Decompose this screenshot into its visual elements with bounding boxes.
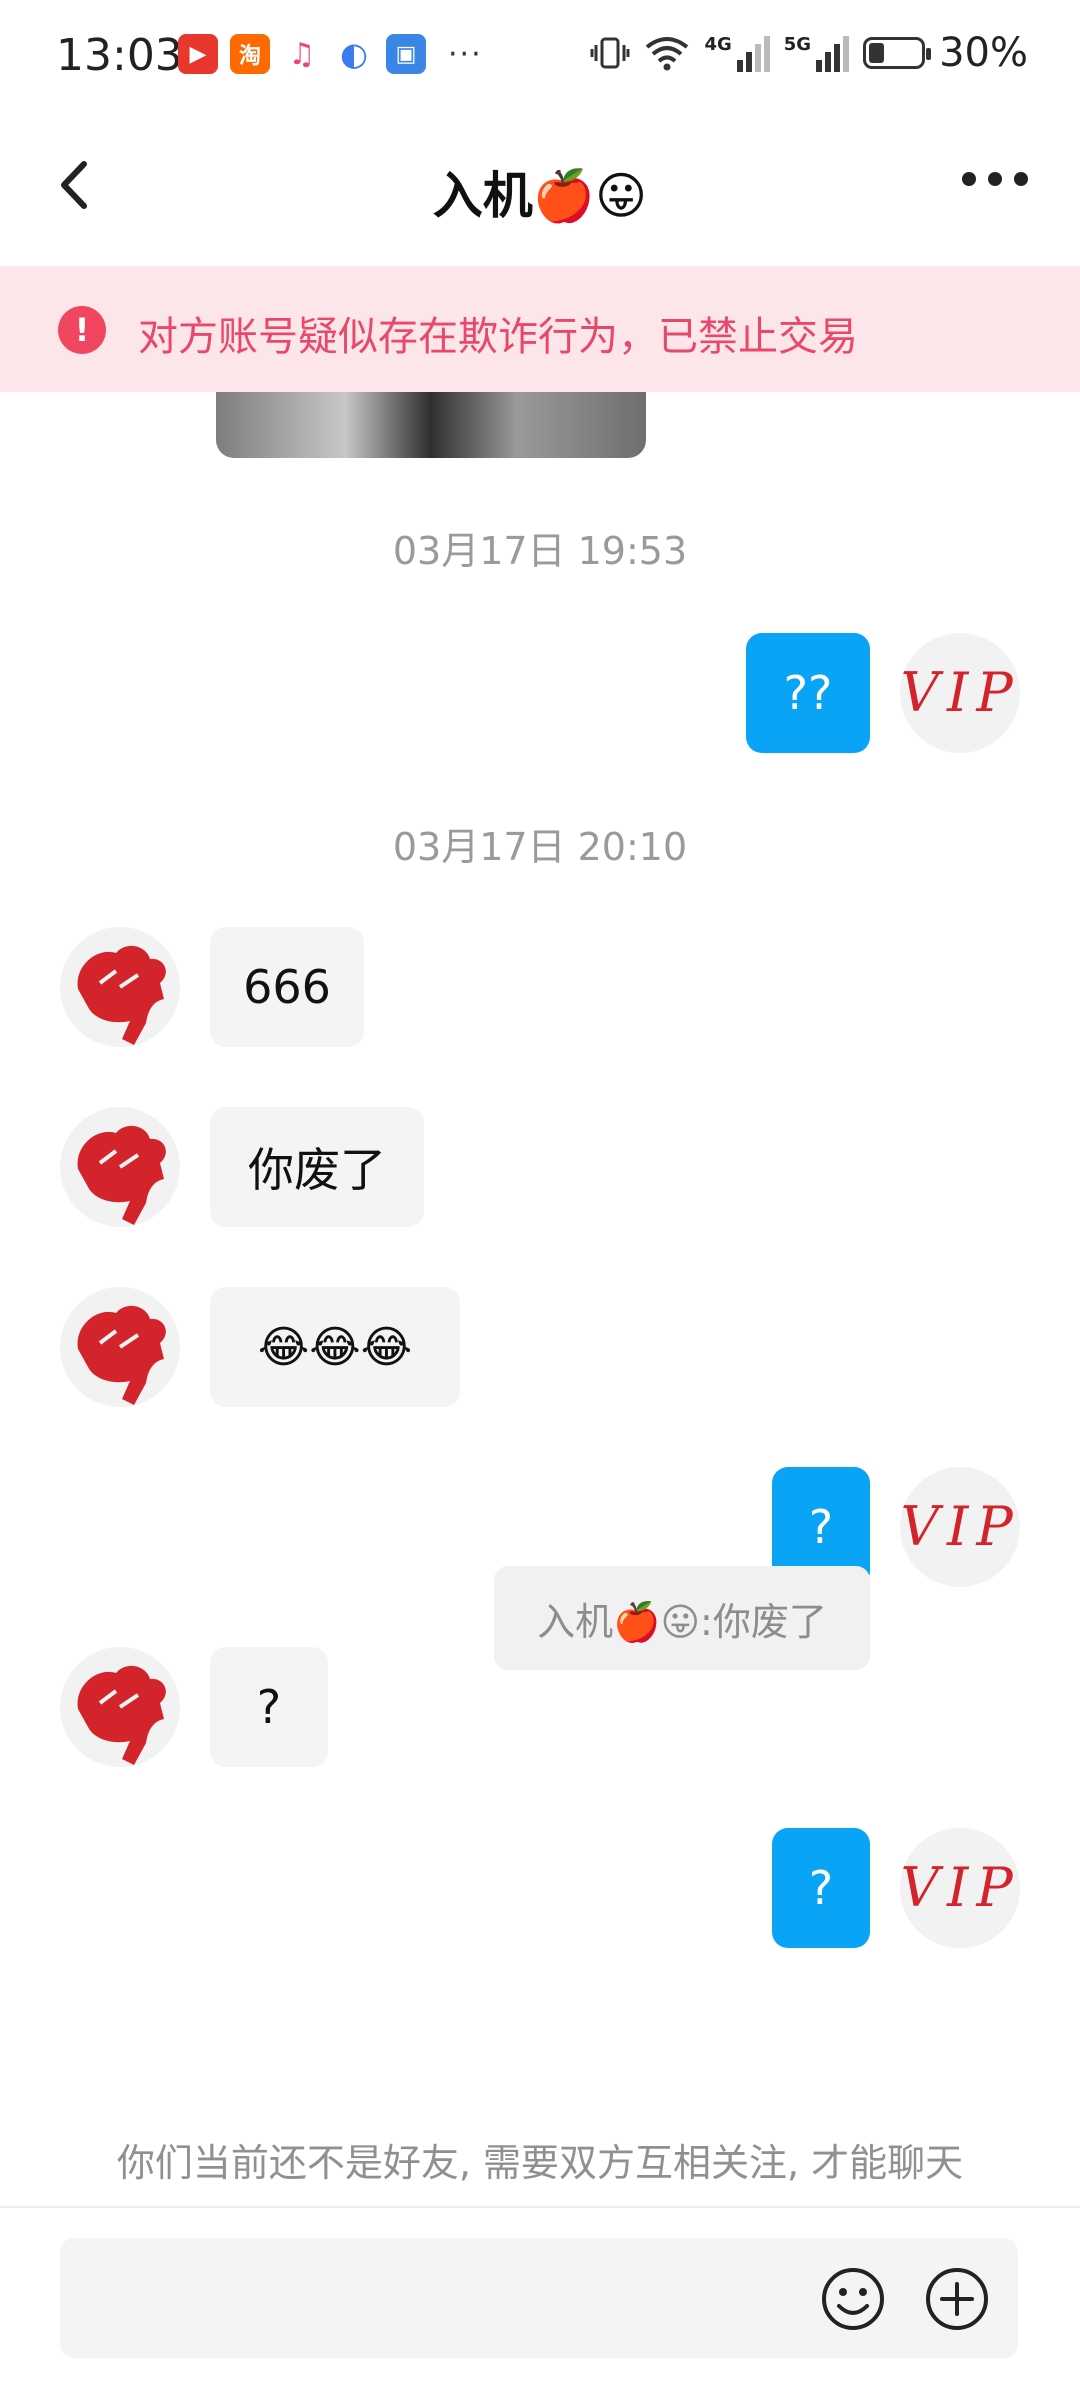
incoming-message[interactable]: 你废了 bbox=[210, 1107, 424, 1227]
chat-title: 入机🍎😛 bbox=[432, 167, 648, 225]
my-avatar[interactable]: VIP bbox=[900, 1467, 1020, 1587]
plus-circle-icon bbox=[926, 2268, 988, 2330]
alert-icon: ! bbox=[58, 306, 106, 354]
my-avatar[interactable]: VIP bbox=[900, 633, 1020, 753]
my-avatar[interactable]: VIP bbox=[900, 1828, 1020, 1948]
contact-avatar[interactable] bbox=[60, 1107, 180, 1227]
chat-header: 入机🍎😛 bbox=[0, 120, 1080, 264]
notification-icons: ▶ 淘 ♫ ◐ ▣ ··· bbox=[178, 34, 483, 74]
message-timestamp: 03月17日 20:10 bbox=[392, 825, 688, 869]
contact-avatar[interactable] bbox=[60, 927, 180, 1047]
incoming-message[interactable]: ? bbox=[210, 1647, 328, 1767]
signal-5g-icon: 5G bbox=[783, 34, 850, 72]
outgoing-message[interactable]: ? bbox=[772, 1828, 870, 1948]
network-4g-label: 4G bbox=[704, 34, 732, 55]
fraud-warning-banner: ! 对方账号疑似存在欺诈行为，已禁止交易 bbox=[0, 266, 1080, 392]
more-dot bbox=[1014, 172, 1028, 186]
not-friends-notice: 你们当前还不是好友, 需要双方互相关注, 才能聊天 bbox=[116, 2141, 964, 2185]
overflow-dots: ··· bbox=[448, 36, 483, 72]
message-input[interactable] bbox=[60, 2238, 1018, 2358]
vip-avatar-label: VIP bbox=[900, 1495, 1020, 1558]
vip-avatar-label: VIP bbox=[900, 661, 1020, 724]
more-dot bbox=[962, 172, 976, 186]
wifi-icon bbox=[646, 37, 689, 71]
system-indicators: 4G 5G 30% bbox=[590, 30, 1028, 76]
outgoing-message[interactable]: ?? bbox=[746, 633, 870, 753]
contact-avatar[interactable] bbox=[60, 1647, 180, 1767]
input-divider bbox=[0, 2206, 1080, 2208]
image-message[interactable] bbox=[216, 392, 646, 458]
network-5g-label: 5G bbox=[783, 34, 812, 55]
battery-icon bbox=[863, 37, 932, 69]
more-dot bbox=[988, 172, 1002, 186]
contact-avatar-image bbox=[77, 1305, 166, 1405]
security-icon: ▣ bbox=[386, 34, 426, 74]
add-attachment-button[interactable] bbox=[924, 2266, 990, 2332]
music-icon: ♫ bbox=[282, 34, 322, 74]
signal-4g-icon: 4G bbox=[704, 34, 770, 72]
incoming-message[interactable]: 666 bbox=[210, 927, 364, 1047]
smiley-icon bbox=[822, 2268, 884, 2330]
taobao-icon: 淘 bbox=[230, 34, 270, 74]
status-bar: 13:03 ▶ 淘 ♫ ◐ ▣ ··· 4G 5G 30% bbox=[0, 0, 1080, 120]
incoming-message[interactable]: 😂😂😂 bbox=[210, 1287, 460, 1407]
vibrate-icon bbox=[590, 37, 630, 69]
contact-avatar-image bbox=[77, 1665, 166, 1765]
fraud-warning-text: 对方账号疑似存在欺诈行为，已禁止交易 bbox=[138, 314, 858, 360]
message-timestamp: 03月17日 19:53 bbox=[392, 529, 688, 573]
battery-level bbox=[869, 43, 885, 63]
browser-icon: ◐ bbox=[334, 34, 374, 74]
battery-percent: 30% bbox=[939, 30, 1028, 76]
status-time: 13:03 bbox=[56, 30, 183, 81]
more-options-button[interactable] bbox=[962, 172, 1028, 186]
quoted-message[interactable]: 入机🍎😛:你废了 bbox=[494, 1566, 870, 1670]
contact-avatar-image bbox=[77, 1125, 166, 1225]
vip-avatar-label: VIP bbox=[900, 1856, 1020, 1919]
message-list[interactable]: 03月17日 19:53 ?? VIP 03月17日 20:10 666 你废了… bbox=[0, 392, 1080, 2202]
emoji-button[interactable] bbox=[820, 2266, 886, 2332]
contact-avatar-image bbox=[77, 945, 166, 1045]
contact-avatar[interactable] bbox=[60, 1287, 180, 1407]
video-app-icon: ▶ bbox=[178, 34, 218, 74]
